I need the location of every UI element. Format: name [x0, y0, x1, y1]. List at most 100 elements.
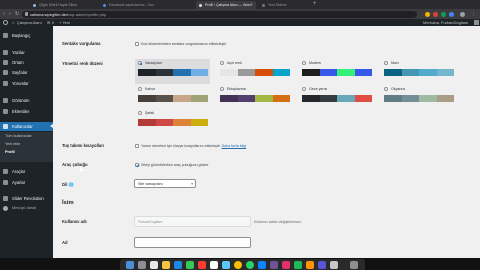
language-label: Dil 🌐: [62, 182, 74, 188]
palette-swatch: [190, 95, 208, 102]
extension-icon[interactable]: [441, 12, 446, 17]
trash-icon[interactable]: [350, 261, 358, 269]
scheme-name: Mavi: [391, 61, 399, 65]
chrome-icon[interactable]: [234, 261, 242, 269]
submenu-profile[interactable]: Profil: [5, 149, 15, 156]
color-scheme-option[interactable]: Mavi: [381, 59, 456, 84]
sidebar-item-settings[interactable]: Ayarlar: [0, 178, 53, 187]
color-scheme-option[interactable]: Açık renk: [217, 59, 292, 84]
app-icon[interactable]: [306, 261, 314, 269]
page-icon: [3, 70, 8, 75]
app-icon[interactable]: [282, 261, 290, 269]
launchpad-icon[interactable]: [138, 261, 146, 269]
dashboard-icon: [3, 33, 8, 38]
comments-count[interactable]: 0: [52, 19, 54, 26]
back-icon[interactable]: ‹: [3, 9, 5, 19]
scheme-radio[interactable]: [138, 87, 142, 91]
menu-icon[interactable]: ⋮: [471, 9, 476, 19]
scheme-radio[interactable]: [384, 61, 388, 65]
color-scheme-option[interactable]: Ektoplazma: [217, 85, 292, 110]
collapse-icon: [3, 206, 8, 211]
toolbar-checkbox[interactable]: [135, 163, 139, 167]
close-tab-icon[interactable]: ×: [251, 0, 253, 8]
sidebar-item-media[interactable]: Ortam: [0, 58, 53, 67]
scheme-radio[interactable]: [220, 87, 224, 91]
app-store-icon[interactable]: [174, 261, 182, 269]
app-icon[interactable]: [270, 261, 278, 269]
home-icon: ⌂: [12, 20, 15, 25]
scheme-radio[interactable]: [220, 61, 224, 65]
language-select[interactable]: Site varsayılanı ▾: [134, 179, 196, 188]
profile-content: Sentaks vurgulama Kod düzenlenirken sent…: [53, 26, 480, 258]
color-scheme-option[interactable]: Gece yarısı: [299, 85, 374, 110]
palette-swatch: [255, 69, 273, 76]
comment-icon: [3, 81, 8, 86]
extension-icon[interactable]: [433, 12, 438, 17]
sidebar-item-pages[interactable]: Sayfalar: [0, 68, 53, 77]
browser-toolbar: ‹ › ↻ calisma.wpegitim.dev/wp-admin/prof…: [0, 9, 480, 19]
toolbar-option-text: Siteyi görüntülerken araç çubuğunu göste…: [141, 163, 209, 167]
browser-tab[interactable]: Yeni Sekme: [259, 1, 311, 9]
browser-tab-active[interactable]: Profil ‹ Çalışma Alanı — Word: [196, 1, 256, 9]
color-scheme-option[interactable]: Varsayılan: [135, 59, 210, 84]
wordpress-logo-icon[interactable]: [3, 20, 8, 25]
messages-icon[interactable]: [186, 261, 194, 269]
safari-icon[interactable]: [222, 261, 230, 269]
reload-icon[interactable]: ↻: [15, 9, 19, 19]
scheme-palette: [138, 119, 208, 126]
scheme-radio[interactable]: [138, 111, 142, 115]
sidebar-item-users[interactable]: Kullanıcılar: [0, 122, 53, 131]
browser-tab[interactable]: Facebook sayfa kurma - Goo: [100, 1, 193, 9]
sidebar-item-slider-revolution[interactable]: Slider Revolution: [0, 194, 53, 203]
settings-icon[interactable]: [330, 261, 338, 269]
comments-icon[interactable]: ✉: [47, 19, 50, 26]
browser-tab[interactable]: Çilgin Sihirli Hayat Sitesi: [30, 1, 97, 9]
keyboard-shortcuts-checkbox[interactable]: [135, 144, 139, 148]
collapse-menu-button[interactable]: Menüyü daralt: [0, 204, 53, 213]
extension-icon[interactable]: [449, 12, 454, 17]
calendar-icon[interactable]: [150, 261, 158, 269]
palette-swatch: [190, 119, 208, 126]
firstname-field[interactable]: [134, 237, 251, 248]
scheme-palette: [138, 95, 208, 102]
sidebar-item-posts[interactable]: Yazılar: [0, 48, 53, 57]
zoom-icon[interactable]: [258, 261, 266, 269]
account-greeting[interactable]: Merhaba, FurkanDogilam: [423, 19, 468, 26]
new-tab-button[interactable]: +: [313, 0, 317, 9]
color-scheme-option[interactable]: Modern: [299, 59, 374, 84]
sidebar-item-comments[interactable]: Yorumlar: [0, 79, 53, 88]
color-scheme-option[interactable]: Şafak: [135, 109, 210, 134]
sidebar-item-dashboard[interactable]: Başlangıç: [0, 31, 53, 40]
submenu-all-users[interactable]: Tüm kullanıcılar: [5, 133, 32, 140]
avatar[interactable]: [474, 20, 479, 25]
music-icon[interactable]: [198, 261, 206, 269]
new-content-link[interactable]: + Yeni: [59, 19, 70, 26]
scheme-radio[interactable]: [138, 61, 142, 65]
sidebar-item-appearance[interactable]: Görünüm: [0, 96, 53, 105]
admin-sidebar: Başlangıç Yazılar Ortam Sayfalar Yorumla…: [0, 26, 53, 258]
app-icon[interactable]: [318, 261, 326, 269]
scheme-radio[interactable]: [302, 87, 306, 91]
scheme-radio[interactable]: [384, 87, 388, 91]
profile-avatar-icon[interactable]: [460, 12, 465, 17]
whatsapp-icon[interactable]: [246, 261, 254, 269]
notes-icon[interactable]: [162, 261, 170, 269]
spotify-icon[interactable]: [294, 261, 302, 269]
sidebar-item-label: Yazılar: [12, 50, 25, 55]
more-info-link[interactable]: Daha fazla bilgi: [222, 144, 247, 148]
scheme-radio[interactable]: [302, 61, 306, 65]
color-scheme-option[interactable]: Okyanus: [381, 85, 456, 110]
forward-icon[interactable]: ›: [9, 9, 11, 19]
scheme-palette: [302, 95, 372, 102]
finder-icon[interactable]: [126, 261, 134, 269]
sidebar-item-plugins[interactable]: Eklentiler: [0, 107, 53, 116]
photos-icon[interactable]: [210, 261, 218, 269]
site-name-link[interactable]: Çalışma Alanı: [17, 19, 42, 26]
address-bar[interactable]: calisma.wpegitim.dev/wp-admin/profile.ph…: [22, 10, 417, 18]
color-scheme-option[interactable]: Kahve: [135, 85, 210, 110]
syntax-highlight-checkbox[interactable]: [135, 42, 139, 46]
submenu-add-new[interactable]: Yeni ekle: [5, 141, 20, 148]
extension-icon[interactable]: [425, 12, 430, 17]
keyboard-shortcuts-label: Tuş takımı kısayolları: [62, 143, 105, 148]
sidebar-item-tools[interactable]: Araçlar: [0, 167, 53, 176]
